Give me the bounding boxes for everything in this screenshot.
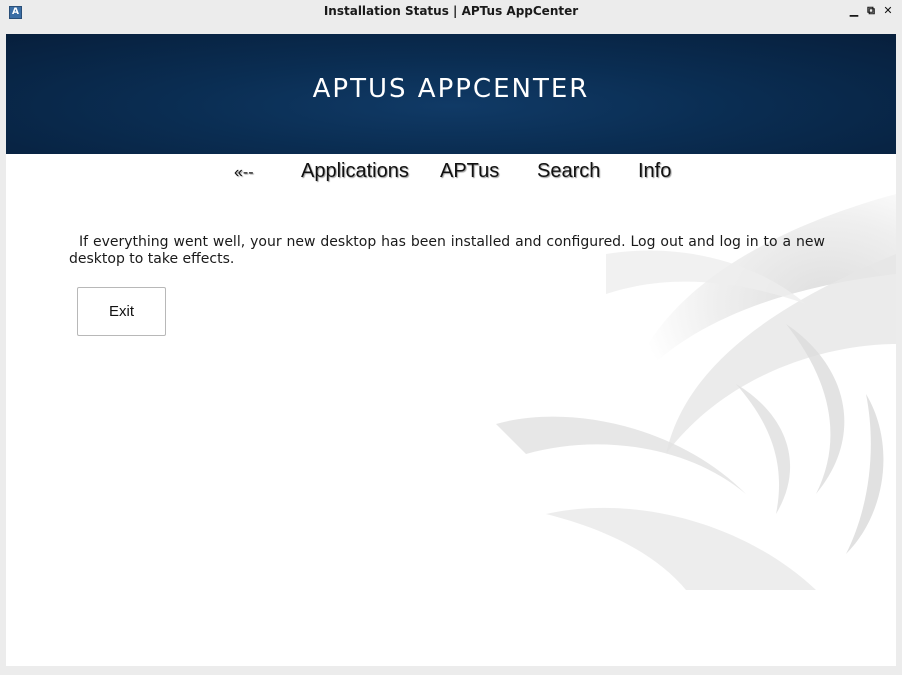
status-message: If everything went well, your new deskto… — [69, 234, 825, 267]
nav-info-link[interactable]: Info — [638, 160, 671, 183]
close-icon[interactable]: ✕ — [882, 5, 894, 17]
title-bar[interactable]: A Installation Status | APTus AppCenter … — [0, 0, 902, 24]
header-banner: APTUS APPCENTER — [6, 34, 896, 154]
banner-title: APTUS APPCENTER — [312, 74, 590, 104]
app-window: A Installation Status | APTus AppCenter … — [0, 0, 902, 675]
nav-search-link[interactable]: Search — [537, 160, 600, 183]
nav-bar: «-- Applications APTus Search Info — [6, 154, 896, 194]
exit-button[interactable]: Exit — [77, 287, 166, 336]
nav-back-link[interactable]: «-- — [234, 164, 254, 182]
maximize-icon[interactable]: ⧉ — [865, 5, 877, 17]
window-title: Installation Status | APTus AppCenter — [323, 4, 579, 18]
main-content: APTUS APPCENTER «-- Applications APTus S… — [6, 34, 896, 666]
minimize-icon[interactable]: ▁ — [848, 5, 860, 17]
nav-applications-link[interactable]: Applications — [301, 160, 409, 183]
nav-aptus-link[interactable]: APTus — [440, 160, 499, 183]
